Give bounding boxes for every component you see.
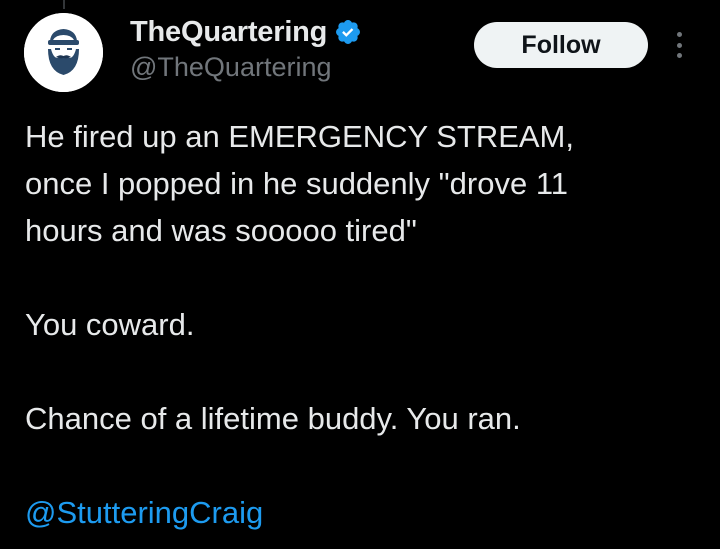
tweet-line: hours and was sooooo tired": [25, 213, 417, 248]
tweet-line: He fired up an EMERGENCY STREAM,: [25, 119, 574, 154]
thread-connector-line: [63, 0, 65, 9]
author-name-row: TheQuartering: [130, 14, 362, 50]
verified-badge-icon: [334, 18, 362, 46]
more-vertical-icon-dot-2: [676, 42, 682, 48]
author-display-name[interactable]: TheQuartering: [130, 16, 327, 49]
author-handle[interactable]: @TheQuartering: [130, 52, 332, 83]
bearded-man-logo-icon: [24, 13, 103, 92]
more-options-button[interactable]: [664, 30, 694, 60]
follow-button[interactable]: Follow: [474, 22, 648, 68]
more-vertical-icon: [676, 32, 682, 37]
tweet-line: You coward.: [25, 307, 195, 342]
more-vertical-icon-dot-3: [676, 53, 682, 58]
mention-link[interactable]: @StutteringCraig: [25, 495, 263, 530]
tweet-text: He fired up an EMERGENCY STREAM, once I …: [25, 113, 705, 536]
tweet-line: Chance of a lifetime buddy. You ran.: [25, 401, 521, 436]
tweet-line: once I popped in he suddenly "drove 11: [25, 166, 568, 201]
avatar[interactable]: [24, 13, 103, 92]
